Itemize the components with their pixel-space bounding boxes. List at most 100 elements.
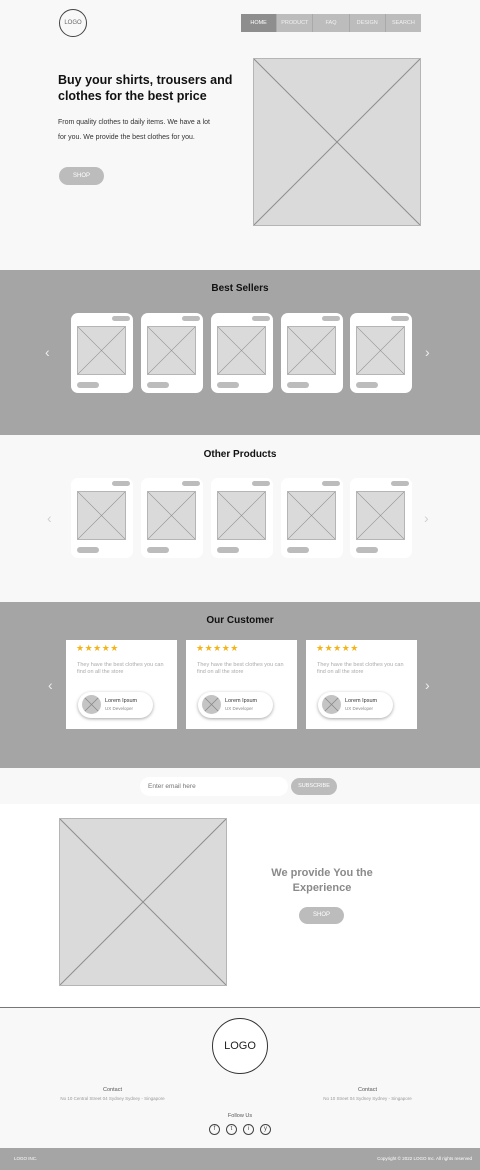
review-text: They have the best clothes you can find …: [197, 662, 284, 675]
product-buy-button[interactable]: [356, 547, 378, 553]
product-badge: [391, 316, 409, 321]
best-sellers-title: Best Sellers: [211, 283, 269, 294]
facebook-icon[interactable]: f: [209, 1124, 220, 1135]
chevron-left-icon[interactable]: ‹: [45, 344, 50, 360]
product-buy-button[interactable]: [147, 382, 169, 388]
chevron-left-icon[interactable]: ‹: [47, 510, 52, 526]
product-buy-button[interactable]: [287, 547, 309, 553]
subscribe-button[interactable]: SUBSCRIBE: [291, 778, 337, 795]
product-image-placeholder: [147, 326, 196, 375]
bottom-bar: LOGO INC. Copyright © 2022 LOGO Inc. All…: [0, 1148, 480, 1170]
product-buy-button[interactable]: [217, 547, 239, 553]
email-input[interactable]: [140, 777, 288, 796]
product-card[interactable]: [71, 313, 133, 393]
youtube-icon[interactable]: y: [260, 1124, 271, 1135]
chevron-left-icon[interactable]: ‹: [48, 677, 53, 693]
product-buy-button[interactable]: [356, 382, 378, 388]
review-text: They have the best clothes you can find …: [317, 662, 404, 675]
avatar: [202, 695, 221, 714]
product-card[interactable]: [281, 478, 343, 558]
product-buy-button[interactable]: [147, 547, 169, 553]
contact-left-text: No 10 Central Street 04 Sydney Sydney - …: [60, 1096, 165, 1101]
product-buy-button[interactable]: [217, 382, 239, 388]
twitter-icon[interactable]: t: [226, 1124, 237, 1135]
product-card[interactable]: [350, 478, 412, 558]
rating-stars: ★★★★★: [316, 643, 359, 653]
product-card[interactable]: [350, 313, 412, 393]
footer-logo[interactable]: LOGO: [212, 1018, 268, 1074]
nav-item-product[interactable]: PRODUCT: [276, 14, 312, 32]
review-author: Lorem Ipsum UX Developer: [198, 692, 273, 718]
hero-title: Buy your shirts, trousers and clothes fo…: [58, 73, 233, 103]
author-role: UX Developer: [105, 706, 134, 711]
product-image-placeholder: [147, 491, 196, 540]
rating-stars: ★★★★★: [76, 643, 119, 653]
chevron-right-icon[interactable]: ›: [425, 344, 430, 360]
product-badge: [252, 481, 270, 486]
review-card: ★★★★★ They have the best clothes you can…: [186, 640, 297, 729]
contact-left-title: Contact: [103, 1087, 122, 1093]
product-card[interactable]: [281, 313, 343, 393]
main-nav: HOME PRODUCT FAQ DESIGN SEARCH: [241, 14, 421, 32]
chevron-right-icon[interactable]: ›: [424, 510, 429, 526]
product-buy-button[interactable]: [77, 382, 99, 388]
copyright-text: Copyright © 2022 LOGO Inc. All rights re…: [377, 1156, 472, 1161]
author-role: UX Developer: [345, 706, 374, 711]
product-buy-button[interactable]: [287, 382, 309, 388]
product-buy-button[interactable]: [77, 547, 99, 553]
product-image-placeholder: [356, 326, 405, 375]
product-card[interactable]: [141, 478, 203, 558]
avatar: [82, 695, 101, 714]
product-image-placeholder: [217, 491, 266, 540]
product-badge: [322, 316, 340, 321]
author-name: Lorem Ipsum: [345, 698, 378, 704]
product-badge: [182, 481, 200, 486]
product-image-placeholder: [217, 326, 266, 375]
product-card[interactable]: [211, 313, 273, 393]
logo-small[interactable]: LOGO: [59, 9, 87, 37]
product-badge: [322, 481, 340, 486]
product-badge: [252, 316, 270, 321]
product-image-placeholder: [287, 326, 336, 375]
contact-right-title: Contact: [358, 1087, 377, 1093]
experience-title: We provide You the Experience: [271, 867, 373, 894]
footer-divider: [0, 1007, 480, 1008]
rating-stars: ★★★★★: [196, 643, 239, 653]
customer-title: Our Customer: [206, 615, 274, 626]
product-image-placeholder: [287, 491, 336, 540]
follow-us-title: Follow Us: [227, 1113, 253, 1119]
instagram-icon[interactable]: i: [243, 1124, 254, 1135]
hero-description: From quality clothes to daily items. We …: [58, 119, 210, 141]
nav-item-design[interactable]: DESIGN: [348, 14, 385, 32]
product-badge: [391, 481, 409, 486]
product-badge: [182, 316, 200, 321]
author-name: Lorem Ipsum: [105, 698, 138, 704]
review-author: Lorem Ipsum UX Developer: [318, 692, 393, 718]
review-author: Lorem Ipsum UX Developer: [78, 692, 153, 718]
author-role: UX Developer: [225, 706, 254, 711]
social-links: f t i y: [209, 1124, 271, 1135]
product-card[interactable]: [71, 478, 133, 558]
product-card[interactable]: [211, 478, 273, 558]
author-name: Lorem Ipsum: [225, 698, 258, 704]
review-card: ★★★★★ They have the best clothes you can…: [306, 640, 417, 729]
product-image-placeholder: [356, 491, 405, 540]
company-name: LOGO INC.: [14, 1156, 38, 1161]
experience-shop-button[interactable]: SHOP: [299, 907, 344, 924]
avatar: [322, 695, 341, 714]
other-products-title: Other Products: [203, 449, 277, 460]
product-badge: [112, 316, 130, 321]
review-text: They have the best clothes you can find …: [77, 662, 164, 675]
nav-item-search[interactable]: SEARCH: [384, 14, 421, 32]
hero-shop-button[interactable]: SHOP: [59, 167, 104, 185]
product-image-placeholder: [77, 491, 126, 540]
review-card: ★★★★★ They have the best clothes you can…: [66, 640, 177, 729]
nav-item-faq[interactable]: FAQ: [312, 14, 348, 32]
product-image-placeholder: [77, 326, 126, 375]
contact-right-text: No 10 Street 04 Sydney Sydney - Singapor…: [323, 1096, 412, 1101]
product-badge: [112, 481, 130, 486]
nav-item-home[interactable]: HOME: [241, 14, 277, 32]
product-card[interactable]: [141, 313, 203, 393]
chevron-right-icon[interactable]: ›: [425, 677, 430, 693]
experience-image-placeholder: [59, 818, 227, 986]
